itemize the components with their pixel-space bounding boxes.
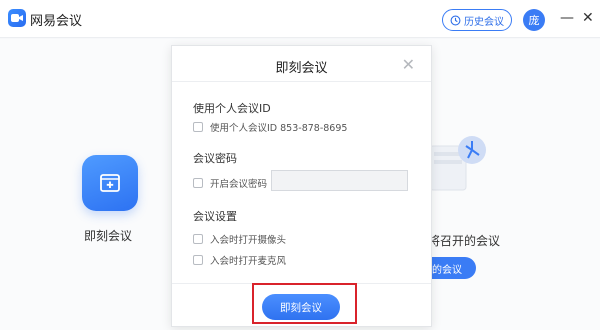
password-section-title: 会议密码 xyxy=(193,152,237,165)
minimize-button[interactable]: — xyxy=(560,10,574,26)
app-window: 网易会议 历史会议 庞 — ✕ 即刻会议 即将召开的会议 的会议 即刻会议 ✕ … xyxy=(0,0,600,330)
dialog-divider xyxy=(172,81,431,82)
mic-checkbox[interactable] xyxy=(193,255,203,265)
settings-section-title: 会议设置 xyxy=(193,210,237,223)
password-option[interactable]: 开启会议密码 xyxy=(193,176,267,190)
password-checkbox[interactable] xyxy=(193,178,203,188)
app-logo-icon xyxy=(8,9,26,27)
instant-meeting-tile[interactable] xyxy=(82,155,138,211)
instant-meeting-label: 即刻会议 xyxy=(84,229,133,243)
history-meetings-label: 历史会议 xyxy=(464,16,504,28)
highlight-annotation xyxy=(252,283,357,324)
app-title: 网易会议 xyxy=(30,14,83,29)
dialog-title: 即刻会议 xyxy=(275,61,328,76)
instant-meeting-icon xyxy=(100,174,120,192)
personal-id-option-label: 使用个人会议ID 853-878-8695 xyxy=(210,123,348,134)
clock-icon xyxy=(450,15,461,25)
title-bar: 网易会议 历史会议 庞 — ✕ xyxy=(0,0,600,38)
calendar-illustration-icon xyxy=(429,136,486,191)
password-input[interactable] xyxy=(271,170,408,191)
camera-option-label: 入会时打开摄像头 xyxy=(210,235,287,246)
close-window-button[interactable]: ✕ xyxy=(582,10,594,26)
personal-id-option[interactable]: 使用个人会议ID 853-878-8695 xyxy=(193,120,347,134)
personal-id-section-title: 使用个人会议ID xyxy=(193,102,271,115)
dialog-close-icon[interactable]: ✕ xyxy=(402,55,415,74)
camera-option[interactable]: 入会时打开摄像头 xyxy=(193,232,286,246)
history-meetings-button[interactable]: 历史会议 xyxy=(442,9,512,31)
personal-id-checkbox[interactable] xyxy=(193,122,203,132)
mic-option-label: 入会时打开麦克风 xyxy=(210,256,287,267)
camera-checkbox[interactable] xyxy=(193,234,203,244)
user-avatar[interactable]: 庞 xyxy=(523,9,545,31)
password-option-label: 开启会议密码 xyxy=(210,179,268,190)
mic-option[interactable]: 入会时打开麦克风 xyxy=(193,253,286,267)
